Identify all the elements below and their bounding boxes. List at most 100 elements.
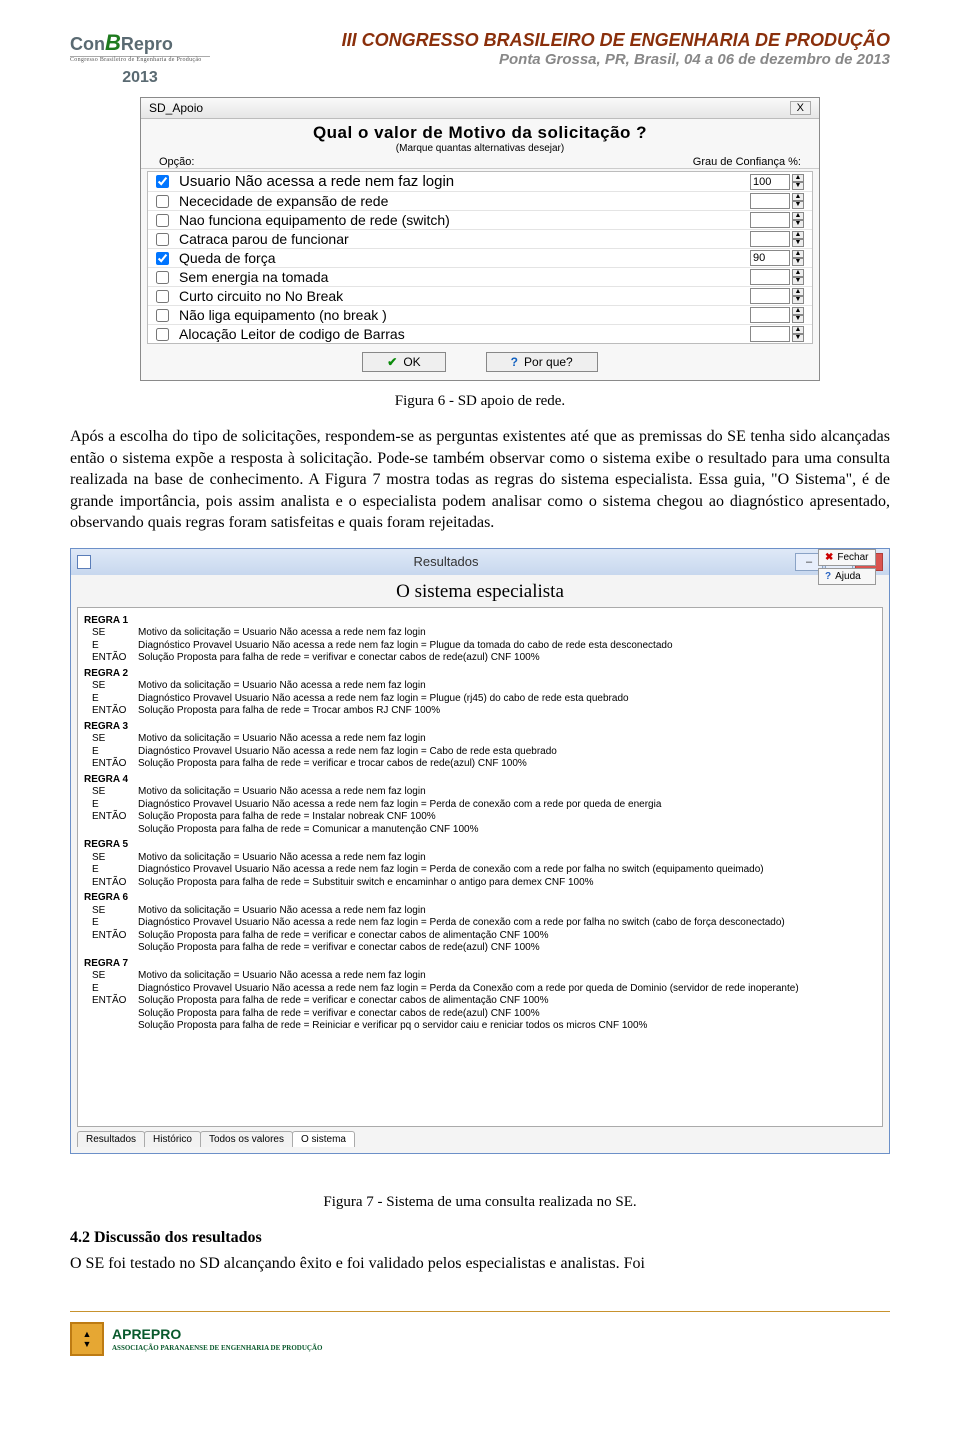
confidence-input[interactable] bbox=[750, 250, 790, 266]
spin-up-icon[interactable]: ▲ bbox=[792, 231, 804, 239]
option-checkbox[interactable] bbox=[156, 309, 169, 322]
confidence-spinner[interactable]: ▲▼ bbox=[750, 193, 804, 209]
option-checkbox[interactable] bbox=[156, 233, 169, 246]
why-button[interactable]: ? Por que? bbox=[486, 352, 598, 372]
spin-down-icon[interactable]: ▼ bbox=[792, 334, 804, 342]
rule-text: Motivo da solicitação = Usuario Não aces… bbox=[138, 905, 426, 916]
rule-header: REGRA 5 bbox=[84, 839, 876, 852]
window-title-text: Resultados bbox=[97, 554, 795, 569]
confidence-spinner[interactable]: ▲▼ bbox=[750, 326, 804, 342]
aprepro-text: APREPRO bbox=[112, 1326, 181, 1342]
spin-up-icon[interactable]: ▲ bbox=[792, 250, 804, 258]
confidence-spinner[interactable]: ▲▼ bbox=[750, 250, 804, 266]
rule-keyword: E bbox=[92, 983, 138, 996]
option-row: Curto circuito no No Break▲▼ bbox=[148, 286, 812, 305]
confidence-input[interactable] bbox=[750, 326, 790, 342]
rule-line: ENTÃOSolução Proposta para falha de rede… bbox=[84, 930, 876, 943]
confidence-spinner[interactable]: ▲▼ bbox=[750, 231, 804, 247]
rule-text: Diagnóstico Provavel Usuario Não acessa … bbox=[138, 799, 661, 810]
option-label: Sem energia na tomada bbox=[179, 269, 750, 285]
inner-title: O sistema especialista bbox=[77, 581, 883, 603]
page-header: ConBRepro Congresso Brasileiro de Engenh… bbox=[70, 30, 890, 87]
spin-down-icon[interactable]: ▼ bbox=[792, 201, 804, 209]
spin-up-icon[interactable]: ▲ bbox=[792, 269, 804, 277]
rule-line: ENTÃOSolução Proposta para falha de rede… bbox=[84, 652, 876, 665]
congress-title: III CONGRESSO BRASILEIRO DE ENGENHARIA D… bbox=[230, 30, 890, 51]
option-label: Alocação Leitor de codigo de Barras bbox=[179, 326, 750, 342]
rule-keyword: SE bbox=[92, 786, 138, 799]
spin-down-icon[interactable]: ▼ bbox=[792, 296, 804, 304]
ok-button[interactable]: ✔ OK bbox=[362, 352, 445, 372]
confidence-input[interactable] bbox=[750, 174, 790, 190]
confidence-input[interactable] bbox=[750, 307, 790, 323]
confidence-input[interactable] bbox=[750, 288, 790, 304]
rule-line: SEMotivo da solicitação = Usuario Não ac… bbox=[84, 786, 876, 799]
rule-text: Motivo da solicitação = Usuario Não aces… bbox=[138, 852, 426, 863]
confidence-spinner[interactable]: ▲▼ bbox=[750, 269, 804, 285]
option-checkbox[interactable] bbox=[156, 271, 169, 284]
rule-line: SEMotivo da solicitação = Usuario Não ac… bbox=[84, 680, 876, 693]
resultados-window: Resultados – □ × ✖ Fechar ?Ajuda O sistem… bbox=[70, 548, 890, 1154]
option-checkbox[interactable] bbox=[156, 328, 169, 341]
option-checkbox[interactable] bbox=[156, 290, 169, 303]
footer-divider bbox=[70, 1311, 890, 1312]
rule-text: Solução Proposta para falha de rede = ve… bbox=[138, 930, 549, 941]
spin-up-icon[interactable]: ▲ bbox=[792, 174, 804, 182]
rule-text: Solução Proposta para falha de rede = ve… bbox=[138, 758, 527, 769]
rule-keyword: SE bbox=[92, 905, 138, 918]
rule-line: ENTÃOSolução Proposta para falha de rede… bbox=[84, 758, 876, 771]
rule-keyword: ENTÃO bbox=[92, 930, 138, 943]
confidence-input[interactable] bbox=[750, 269, 790, 285]
question-icon: ? bbox=[511, 355, 518, 369]
rule-text: Diagnóstico Provavel Usuario Não acessa … bbox=[138, 746, 557, 757]
confidence-input[interactable] bbox=[750, 231, 790, 247]
spin-up-icon[interactable]: ▲ bbox=[792, 193, 804, 201]
option-label: Curto circuito no No Break bbox=[179, 288, 750, 304]
logo-text-repro: Repro bbox=[121, 34, 173, 54]
rule-text: Solução Proposta para falha de rede = In… bbox=[138, 811, 436, 822]
rule-keyword: ENTÃO bbox=[92, 811, 138, 824]
tab-histórico[interactable]: Histórico bbox=[144, 1131, 201, 1147]
rule-keyword: E bbox=[92, 746, 138, 759]
fechar-button[interactable]: ✖ Fechar bbox=[818, 549, 876, 566]
confidence-spinner[interactable]: ▲▼ bbox=[750, 307, 804, 323]
rule-line: Solução Proposta para falha de rede = Co… bbox=[84, 824, 876, 837]
figure7-caption: Figura 7 - Sistema de uma consulta reali… bbox=[70, 1194, 890, 1211]
spin-down-icon[interactable]: ▼ bbox=[792, 258, 804, 266]
close-icon[interactable]: X bbox=[790, 101, 811, 115]
confidence-spinner[interactable]: ▲▼ bbox=[750, 212, 804, 228]
logo-text-con: Con bbox=[70, 34, 105, 54]
ajuda-button[interactable]: ?Ajuda bbox=[818, 568, 876, 585]
confidence-input[interactable] bbox=[750, 212, 790, 228]
option-checkbox[interactable] bbox=[156, 175, 169, 188]
tab-resultados[interactable]: Resultados bbox=[77, 1131, 145, 1147]
paragraph-1: Após a escolha do tipo de solicitações, … bbox=[70, 426, 890, 534]
spin-up-icon[interactable]: ▲ bbox=[792, 307, 804, 315]
option-checkbox[interactable] bbox=[156, 252, 169, 265]
dialog-subtitle: (Marque quantas alternativas desejar) bbox=[141, 143, 819, 154]
spin-down-icon[interactable]: ▼ bbox=[792, 220, 804, 228]
fechar-label: Fechar bbox=[837, 552, 868, 563]
spin-down-icon[interactable]: ▼ bbox=[792, 277, 804, 285]
spin-down-icon[interactable]: ▼ bbox=[792, 315, 804, 323]
confidence-spinner[interactable]: ▲▼ bbox=[750, 174, 804, 190]
window-titlebar[interactable]: Resultados – □ × bbox=[71, 549, 889, 575]
tab-o-sistema[interactable]: O sistema bbox=[292, 1131, 355, 1147]
spin-up-icon[interactable]: ▲ bbox=[792, 212, 804, 220]
spin-up-icon[interactable]: ▲ bbox=[792, 326, 804, 334]
spin-up-icon[interactable]: ▲ bbox=[792, 288, 804, 296]
confidence-input[interactable] bbox=[750, 193, 790, 209]
rule-text: Diagnóstico Provavel Usuario Não acessa … bbox=[138, 864, 764, 875]
confidence-spinner[interactable]: ▲▼ bbox=[750, 288, 804, 304]
option-checkbox[interactable] bbox=[156, 195, 169, 208]
dialog-titlebar[interactable]: SD_Apoio X bbox=[141, 98, 819, 119]
rule-keyword: ENTÃO bbox=[92, 877, 138, 890]
tab-todos-os-valores[interactable]: Todos os valores bbox=[200, 1131, 293, 1147]
section-heading: 4.2 Discussão dos resultados bbox=[70, 1229, 890, 1247]
spin-down-icon[interactable]: ▼ bbox=[792, 182, 804, 190]
rule-header: REGRA 1 bbox=[84, 615, 876, 628]
rule-keyword: SE bbox=[92, 852, 138, 865]
option-checkbox[interactable] bbox=[156, 214, 169, 227]
spin-down-icon[interactable]: ▼ bbox=[792, 239, 804, 247]
x-icon: ✖ bbox=[825, 552, 833, 563]
